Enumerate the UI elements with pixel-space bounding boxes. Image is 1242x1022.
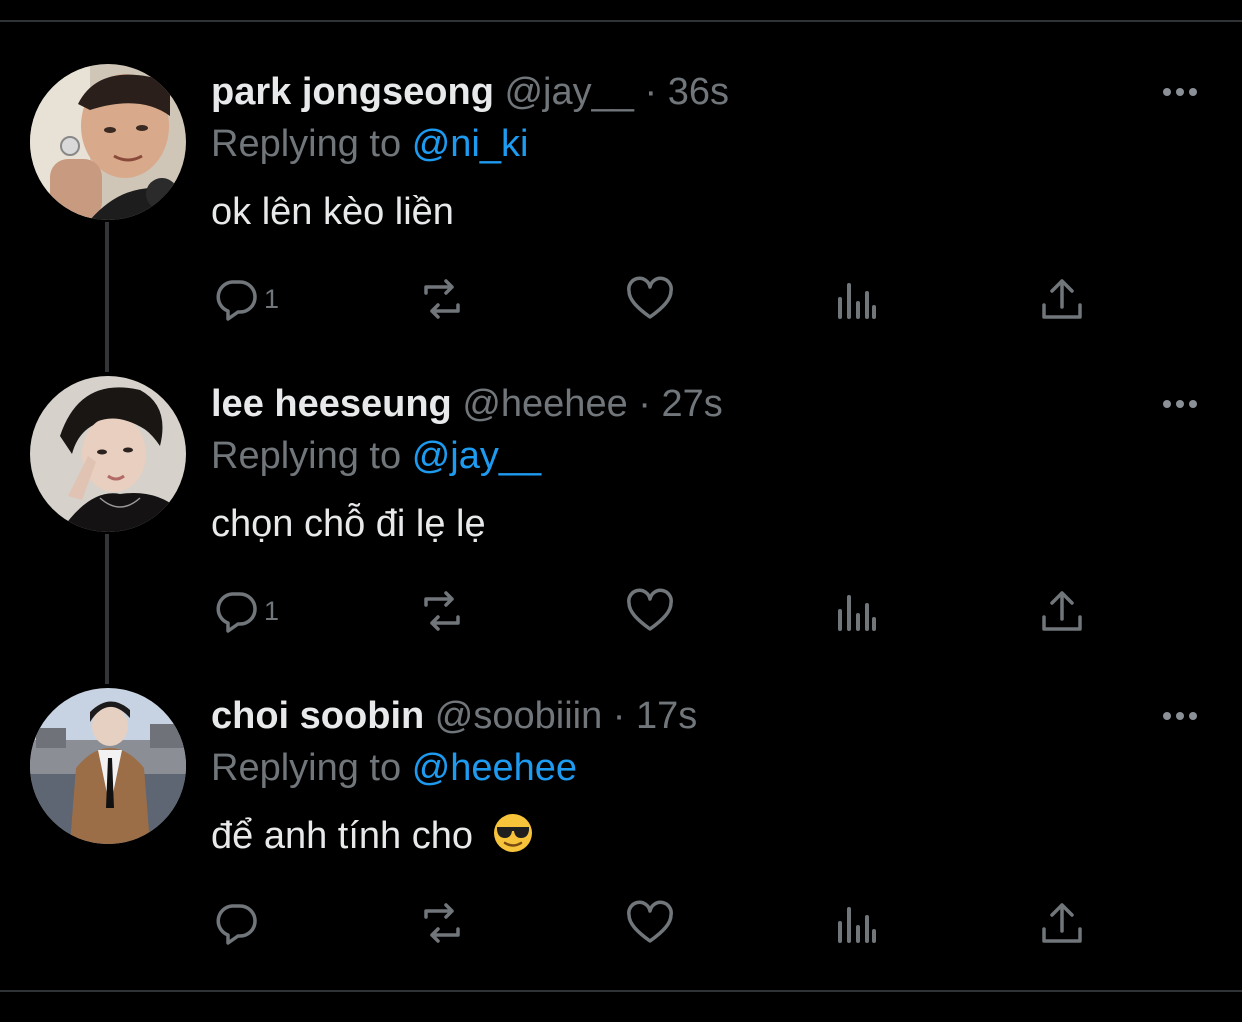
views-button[interactable]: [830, 269, 882, 329]
replying-to-line: Replying to @ni_ki: [211, 120, 528, 168]
share-icon: [1042, 903, 1082, 943]
action-bar: [0, 893, 1242, 953]
like-button[interactable]: [624, 581, 676, 641]
reply-count: 1: [264, 284, 280, 314]
replying-to-label: Replying to: [211, 123, 402, 165]
reply-button[interactable]: 1: [210, 581, 279, 641]
smiling-face-with-sunglasses-icon: [493, 814, 532, 852]
bottom-divider: [0, 990, 1242, 992]
display-name[interactable]: park jongseong: [211, 71, 494, 113]
replying-to-mention[interactable]: @ni_ki: [412, 123, 529, 165]
heart-icon: [627, 276, 673, 319]
views-button[interactable]: [830, 581, 882, 641]
share-button[interactable]: [1036, 581, 1088, 641]
retweet-button[interactable]: [416, 893, 468, 953]
tweet-reply[interactable]: park jongseong @jay__ · 36s Replying to …: [0, 64, 1242, 376]
share-button[interactable]: [1036, 893, 1088, 953]
reply-count: 1: [264, 596, 280, 626]
heart-icon: [627, 588, 673, 631]
reply-icon: [216, 904, 257, 945]
more-icon[interactable]: [1158, 384, 1202, 424]
replying-to-mention[interactable]: @jay__: [412, 435, 541, 477]
retweet-button[interactable]: [416, 581, 468, 641]
user-handle[interactable]: @heehee: [462, 383, 627, 425]
like-button[interactable]: [624, 893, 676, 953]
views-icon: [838, 283, 876, 319]
action-bar: 1: [0, 269, 1242, 329]
tweet-text: chọn chỗ đi lẹ lẹ: [211, 503, 486, 545]
tweet-text: để anh tính cho: [211, 815, 473, 857]
top-divider: [0, 20, 1242, 22]
share-button[interactable]: [1036, 269, 1088, 329]
action-bar: 1: [0, 581, 1242, 641]
timestamp[interactable]: 36s: [668, 71, 729, 113]
retweet-icon: [424, 591, 460, 631]
tweet-reply[interactable]: lee heeseung @heehee · 27s Replying to @…: [0, 376, 1242, 688]
tweet-header: lee heeseung @heehee · 27s: [211, 380, 723, 428]
display-name[interactable]: choi soobin: [211, 695, 424, 737]
separator: ·: [644, 71, 658, 113]
retweet-icon: [424, 279, 460, 319]
avatar[interactable]: [30, 688, 186, 844]
views-icon: [838, 595, 876, 631]
retweet-icon: [424, 903, 460, 943]
share-icon: [1042, 591, 1082, 631]
tweet-text-row: để anh tính cho: [211, 810, 534, 862]
views-icon: [838, 907, 876, 943]
replying-to-line: Replying to @heehee: [211, 744, 577, 792]
user-handle[interactable]: @soobiiin: [435, 695, 602, 737]
separator: ·: [638, 383, 651, 425]
timestamp[interactable]: 17s: [636, 695, 697, 737]
share-icon: [1042, 279, 1082, 319]
replying-to-mention[interactable]: @heehee: [412, 747, 577, 789]
tweet-text: ok lên kèo liền: [211, 191, 454, 233]
reply-icon: [216, 280, 257, 321]
avatar[interactable]: [30, 64, 186, 220]
tweet-header: park jongseong @jay__ · 36s: [211, 68, 729, 116]
replying-to-label: Replying to: [211, 435, 402, 477]
tweet-reply[interactable]: choi soobin @soobiiin · 17s Replying to …: [0, 688, 1242, 1000]
display-name[interactable]: lee heeseung: [211, 383, 452, 425]
views-button[interactable]: [830, 893, 882, 953]
more-icon[interactable]: [1158, 72, 1202, 112]
tweet-header: choi soobin @soobiiin · 17s: [211, 692, 697, 740]
reply-button[interactable]: 1: [210, 269, 279, 329]
like-button[interactable]: [624, 269, 676, 329]
more-icon[interactable]: [1158, 696, 1202, 736]
replying-to-label: Replying to: [211, 747, 402, 789]
avatar[interactable]: [30, 376, 186, 532]
reply-button[interactable]: [210, 893, 264, 953]
user-handle[interactable]: @jay__: [504, 71, 633, 113]
replying-to-line: Replying to @jay__: [211, 432, 541, 480]
heart-icon: [627, 900, 673, 943]
reply-icon: [216, 592, 257, 633]
retweet-button[interactable]: [416, 269, 468, 329]
timestamp[interactable]: 27s: [662, 383, 723, 425]
separator: ·: [612, 695, 626, 737]
